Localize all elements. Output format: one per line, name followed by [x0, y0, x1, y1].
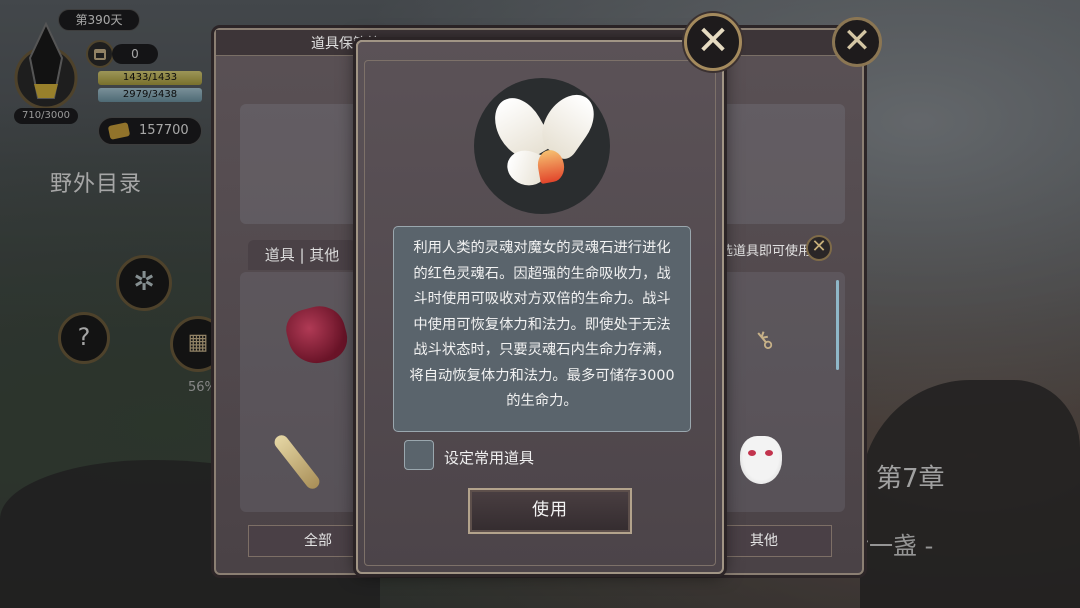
clear-icon[interactable]: ✕	[806, 235, 832, 261]
use-button[interactable]: 使用	[468, 488, 632, 534]
use-hint: 选道具即可使用	[720, 244, 812, 259]
scrollbar[interactable]	[836, 280, 839, 370]
close-icon[interactable]: ✕	[684, 13, 742, 71]
favorite-checkbox[interactable]	[404, 440, 434, 470]
mask-item[interactable]	[740, 436, 782, 484]
favorite-label: 设定常用道具	[444, 449, 535, 467]
close-icon[interactable]: ✕	[832, 17, 882, 67]
tab-items-other[interactable]: 道具 | 其他	[248, 240, 356, 270]
item-description: 利用人类的灵魂对魔女的灵魂石进行进化的红色灵魂石。因超强的生命吸收力，战斗时使用…	[393, 226, 691, 432]
